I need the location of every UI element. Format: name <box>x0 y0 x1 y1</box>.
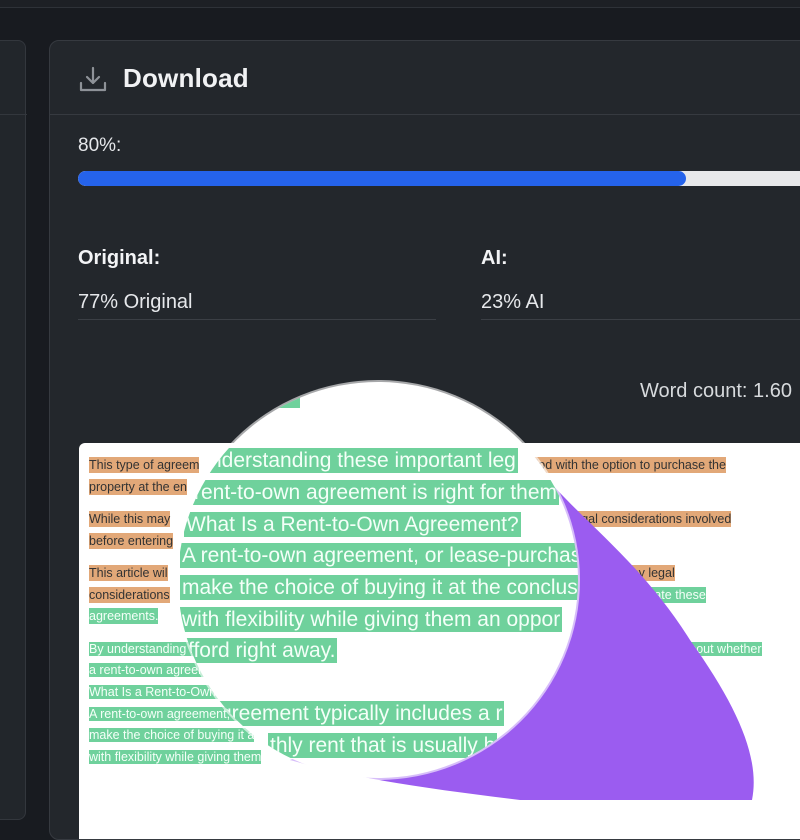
magnified-text-span: thly rent that is usually h <box>268 733 498 758</box>
progress-fill <box>78 171 686 186</box>
magnified-line: with flexibility while giving them an op… <box>180 606 563 634</box>
panel-title: Download <box>123 63 249 93</box>
ai-text: bout whether <box>689 641 762 656</box>
ai-text: to <box>731 750 742 765</box>
left-side-panel <box>0 40 27 820</box>
ai-heading: AI: <box>481 247 508 269</box>
magnified-text-span: fford right away. <box>186 638 338 663</box>
original-text: before entering <box>89 532 174 549</box>
ai-text: hen <box>690 706 712 721</box>
original-text: This article wil <box>89 565 168 581</box>
ai-text: mants <box>694 728 729 743</box>
ai-text: igate these <box>644 586 706 603</box>
original-text: property at the en <box>89 478 187 495</box>
original-text: While this may <box>89 511 171 527</box>
left-panel-divider <box>0 114 27 115</box>
magnified-line: greement typically includes a r <box>218 700 505 728</box>
magnified-line: What Is a Rent-to-Own Agreement? <box>184 511 521 539</box>
original-text: a, key legal <box>611 565 675 581</box>
top-bar <box>0 0 800 8</box>
ai-underline <box>481 319 800 320</box>
magnified-text-span: with flexibility while giving them an op… <box>180 607 563 632</box>
progress-label: 80%: <box>78 135 122 156</box>
magnified-text-span: What Is a Rent-to-Own Agreement? <box>184 512 521 537</box>
ai-highlight-chip <box>272 392 300 408</box>
ai-text: agreements. <box>89 608 159 624</box>
magnified-line: A rent-to-own agreement, or lease-purcha… <box>180 542 578 570</box>
download-icon[interactable] <box>78 65 108 95</box>
magnified-text: nderstanding these important leg rent-to… <box>178 382 578 778</box>
word-count: Word count: 1.60 <box>640 380 792 402</box>
ai-value: 23% AI <box>481 291 545 313</box>
magnified-text-span: rent-to-own agreement is right for them <box>192 480 559 505</box>
magnifier-lens: nderstanding these important leg rent-to… <box>178 382 578 778</box>
original-underline <box>78 319 436 320</box>
original-value: 77% Original <box>78 291 193 313</box>
magnified-text-span: make the choice of buying it at the conc… <box>180 575 578 600</box>
magnified-line: nderstanding these important leg <box>208 447 518 475</box>
progress-bar <box>78 171 800 186</box>
magnified-line: rent-to-own agreement is right for them <box>192 479 559 507</box>
magnified-text-span: nderstanding these important leg <box>208 448 518 473</box>
magnified-text-span: greement typically includes a r <box>218 701 505 726</box>
magnified-line: thly rent that is usually h <box>268 732 498 760</box>
magnified-line: fford right away. <box>186 637 338 665</box>
original-heading: Original: <box>78 247 161 269</box>
magnified-text-span: A rent-to-own agreement, or lease-purcha… <box>180 543 578 568</box>
original-text: considerations <box>89 586 170 603</box>
magnified-line: make the choice of buying it at the conc… <box>180 574 578 602</box>
panel-header: Download <box>50 41 800 115</box>
original-text: egal considerations involved <box>574 511 732 527</box>
